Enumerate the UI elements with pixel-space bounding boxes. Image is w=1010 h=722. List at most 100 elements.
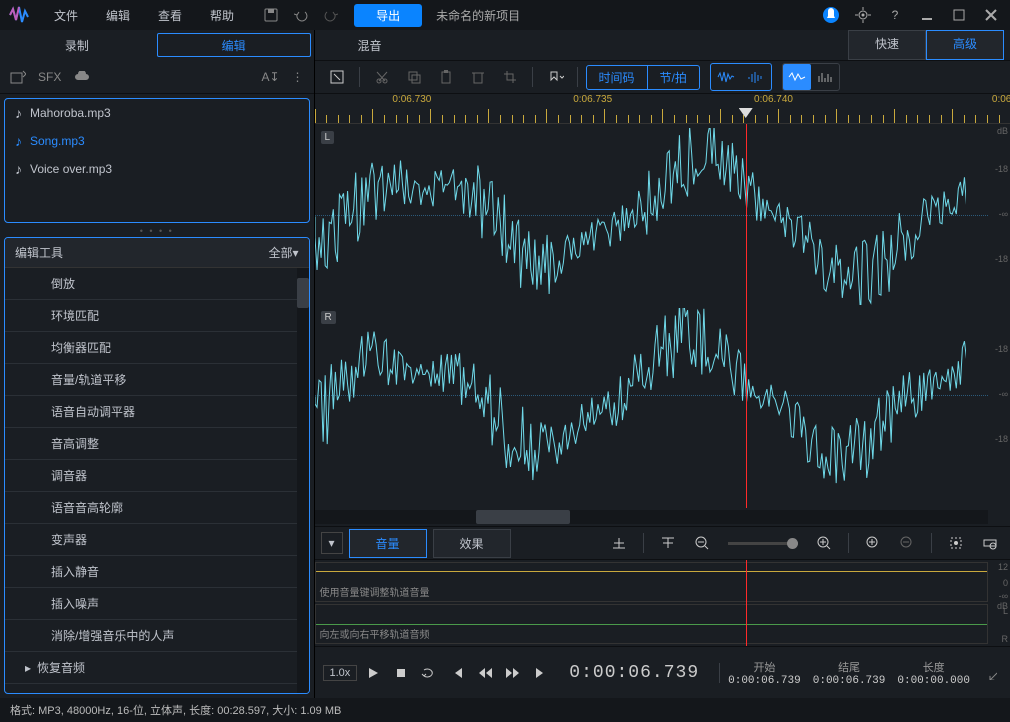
tool-item[interactable]: 插入噪声 [5, 588, 309, 620]
menu-file[interactable]: 文件 [42, 3, 90, 28]
sfx-button[interactable]: SFX [38, 70, 61, 84]
tool-item[interactable]: 消除/增强音乐中的人声 [5, 620, 309, 652]
db-mark: -∞ [990, 389, 1010, 399]
menu-edit[interactable]: 编辑 [94, 3, 142, 28]
zoom-out-icon[interactable] [688, 530, 716, 556]
maximize-icon[interactable] [946, 2, 972, 28]
more-icon[interactable]: ⋮ [292, 70, 304, 84]
stop-icon[interactable] [389, 661, 413, 685]
tools-filter-dropdown[interactable]: 全部▾ [268, 244, 298, 261]
select-tool-icon[interactable] [323, 64, 351, 90]
delete-icon[interactable] [464, 64, 492, 90]
label-start: 开始 [753, 659, 775, 675]
play-icon[interactable] [361, 661, 385, 685]
font-size-button[interactable]: A↧ [261, 70, 279, 84]
cut-icon[interactable] [368, 64, 396, 90]
playhead-line[interactable] [746, 560, 747, 646]
mode-fast[interactable]: 快速 [848, 30, 926, 60]
value-start[interactable]: 0:00:06.739 [728, 675, 801, 687]
file-item[interactable]: ♪Voice over.mp3 [5, 155, 309, 183]
tool-item[interactable]: 均衡器匹配 [5, 332, 309, 364]
keyframe-out-icon[interactable] [654, 530, 682, 556]
scrollbar-vertical[interactable] [297, 268, 309, 693]
value-end[interactable]: 0:00:06.739 [813, 675, 886, 687]
lane-dropdown-icon[interactable]: ▾ [321, 532, 343, 554]
scrollbar-thumb[interactable] [297, 278, 309, 308]
tab-mix[interactable]: 混音 [315, 30, 425, 60]
scrollbar-thumb[interactable] [476, 510, 570, 524]
skip-end-icon[interactable] [529, 661, 553, 685]
skip-start-icon[interactable] [445, 661, 469, 685]
ruler-label: 0:06.740 [754, 94, 793, 105]
zoom-slider[interactable] [728, 542, 798, 545]
tool-item[interactable]: 变声器 [5, 524, 309, 556]
playhead-line[interactable] [746, 124, 747, 508]
tool-item[interactable]: 音高调整 [5, 428, 309, 460]
toggle-waveform-icon[interactable] [783, 64, 811, 90]
tool-item[interactable]: 插入静音 [5, 556, 309, 588]
marker-dropdown-icon[interactable] [541, 64, 569, 90]
automation-lanes: 使用音量键调整轨道音量 向左或向右平移轨道音频 12 0 -∞ dB L R [315, 560, 1010, 646]
crop-icon[interactable] [496, 64, 524, 90]
menu-help[interactable]: 帮助 [198, 3, 246, 28]
close-icon[interactable] [978, 2, 1004, 28]
menu-view[interactable]: 查看 [146, 3, 194, 28]
expand-panel-icon[interactable] [978, 661, 1002, 685]
help-icon[interactable]: ? [882, 2, 908, 28]
tab-volume[interactable]: 音量 [349, 529, 427, 558]
toggle-spectrum-icon[interactable] [811, 64, 839, 90]
pill-beats[interactable]: 节/拍 [647, 66, 699, 89]
import-icon[interactable] [10, 70, 26, 84]
keyframe-in-icon[interactable] [605, 530, 633, 556]
file-item[interactable]: ♪Mahoroba.mp3 [5, 99, 309, 127]
tool-group[interactable]: ▸恢复音频 [5, 652, 309, 684]
save-icon[interactable] [260, 4, 282, 26]
fit-all-icon[interactable] [976, 530, 1004, 556]
forward-icon[interactable] [501, 661, 525, 685]
tool-item[interactable]: 音量/轨道平移 [5, 364, 309, 396]
tool-item[interactable]: 调音器 [5, 460, 309, 492]
pan-lane[interactable]: 向左或向右平移轨道音频 [315, 604, 989, 644]
scrollbar-horizontal[interactable] [315, 510, 989, 524]
zoom-knob[interactable] [787, 538, 798, 549]
waveform-canvas[interactable]: dB L -18 -∞ -18 R -1 [315, 124, 1010, 508]
loop-icon[interactable] [417, 661, 441, 685]
tab-effect[interactable]: 效果 [433, 529, 511, 558]
zoom-vertical-in-icon[interactable] [859, 530, 887, 556]
zoom-in-icon[interactable] [810, 530, 838, 556]
file-item[interactable]: ♪Song.mp3 [5, 127, 309, 155]
tool-item[interactable]: 语音自动调平器 [5, 396, 309, 428]
splitter-handle[interactable]: • • • • [0, 227, 314, 235]
tool-item[interactable]: 语音音高轮廓 [5, 492, 309, 524]
tab-edit[interactable]: 编辑 [157, 33, 311, 57]
time-ruler[interactable]: 0:06.7300:06.7350:06.7400:06. [315, 94, 1010, 124]
tool-item[interactable]: 环境匹配 [5, 300, 309, 332]
lanes-canvas[interactable]: 使用音量键调整轨道音量 向左或向右平移轨道音频 12 0 -∞ dB L R [315, 560, 1010, 646]
undo-icon[interactable] [290, 4, 312, 26]
mode-advanced[interactable]: 高级 [926, 30, 1004, 60]
music-note-icon: ♪ [15, 105, 22, 121]
music-note-icon: ♪ [15, 161, 22, 177]
tool-group-label: 应用效果 [37, 691, 85, 693]
tool-group[interactable]: ▸应用效果 [5, 684, 309, 693]
value-length[interactable]: 0:00:00.000 [897, 675, 970, 687]
zoom-vertical-out-icon[interactable] [893, 530, 921, 556]
rewind-icon[interactable] [473, 661, 497, 685]
cloud-icon[interactable] [73, 71, 91, 83]
tool-item[interactable]: 倒放 [5, 268, 309, 300]
fit-selection-icon[interactable] [942, 530, 970, 556]
copy-icon[interactable] [400, 64, 428, 90]
pill-timecode[interactable]: 时间码 [587, 66, 647, 89]
playback-speed[interactable]: 1.0x [323, 665, 358, 681]
titlebar-quick-icons [260, 4, 342, 26]
export-button[interactable]: 导出 [354, 4, 422, 27]
minimize-icon[interactable] [914, 2, 940, 28]
waveform-view-icon[interactable] [711, 64, 741, 90]
paste-icon[interactable] [432, 64, 460, 90]
spectral-view-icon[interactable] [741, 64, 771, 90]
settings-icon[interactable] [850, 2, 876, 28]
volume-lane[interactable]: 使用音量键调整轨道音量 [315, 562, 989, 602]
redo-icon[interactable] [320, 4, 342, 26]
tab-record[interactable]: 录制 [0, 30, 154, 60]
notification-icon[interactable] [818, 2, 844, 28]
